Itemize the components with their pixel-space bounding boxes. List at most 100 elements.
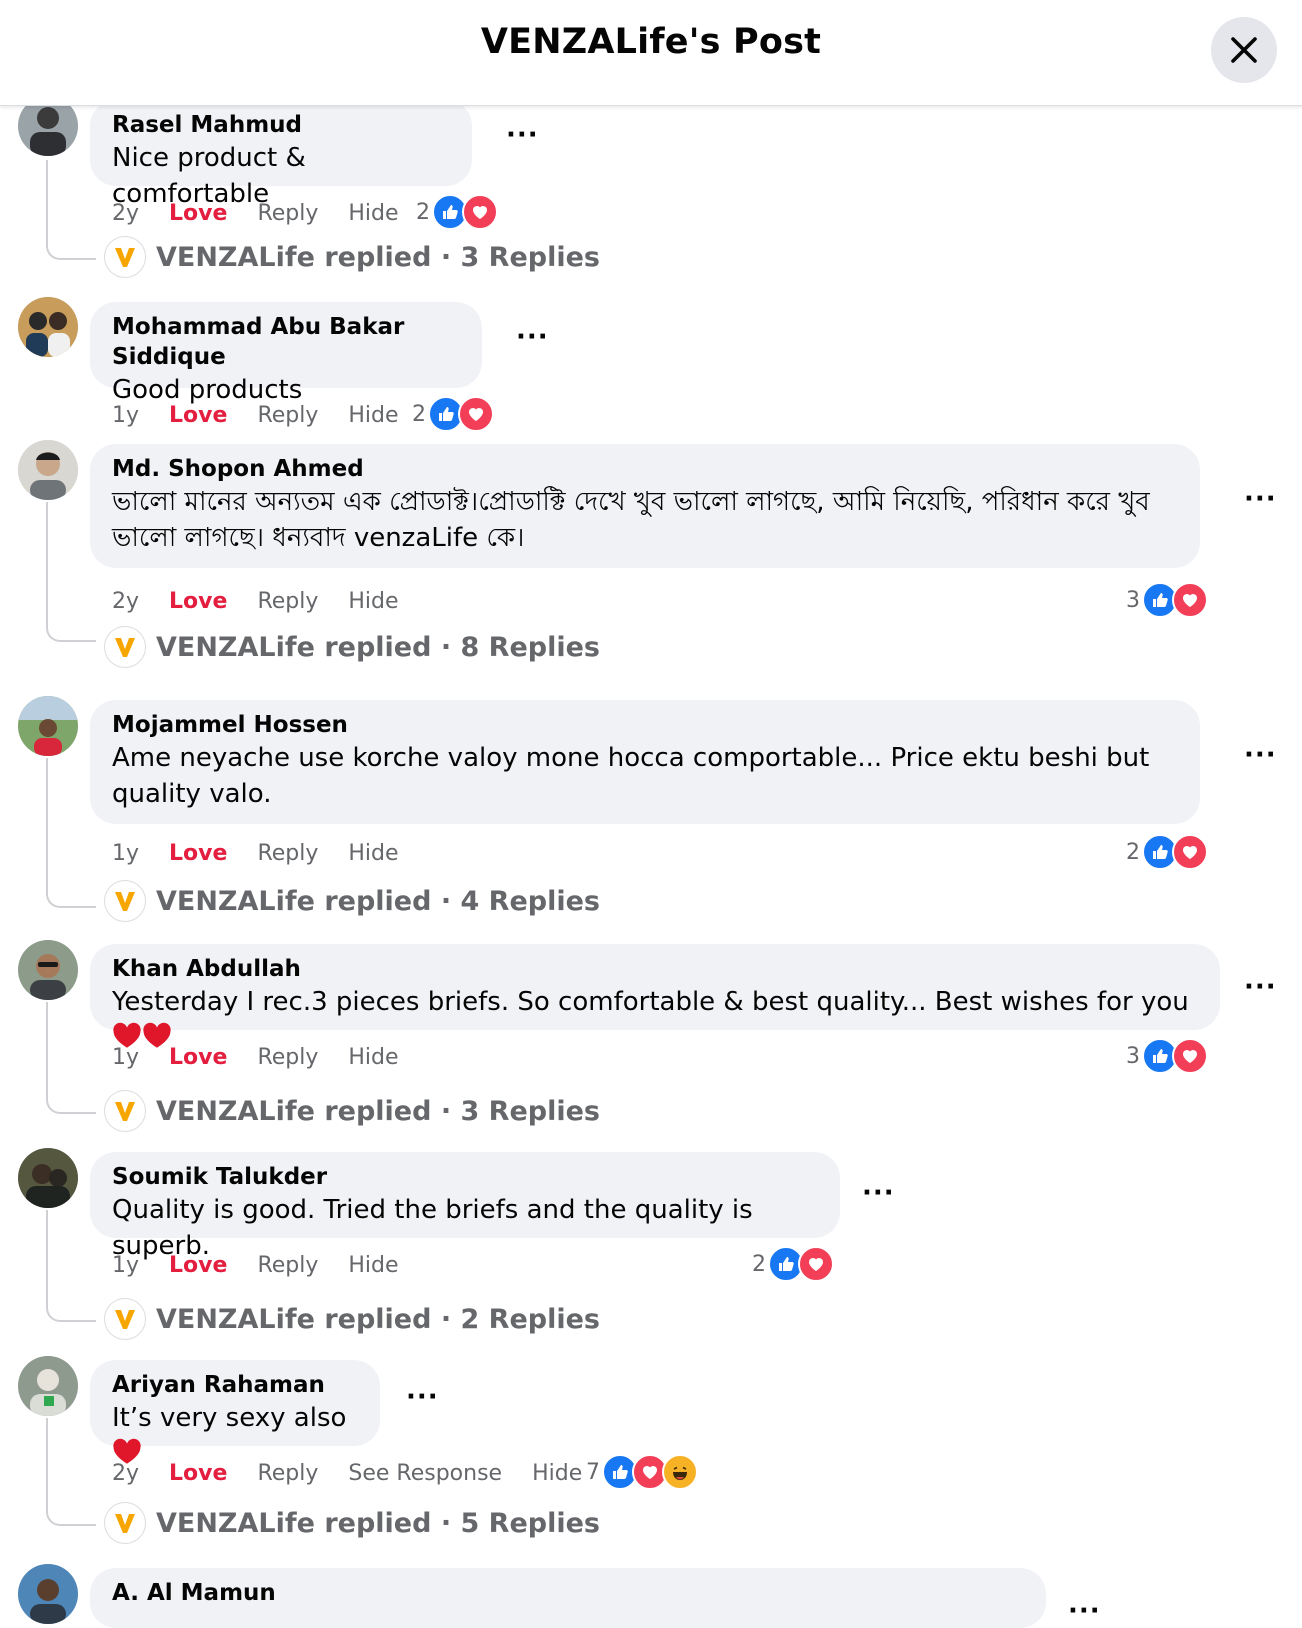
reaction-summary[interactable]: 2	[1126, 834, 1208, 870]
comment-time[interactable]: 2y	[112, 201, 139, 226]
comment-bubble: Ariyan Rahaman It’s very sexy also	[90, 1360, 380, 1464]
see-response-button[interactable]: See Response	[348, 1461, 502, 1486]
reaction-count: 2	[1126, 839, 1140, 865]
comment-actions: 1y Love Reply Hide	[112, 398, 429, 432]
hide-button[interactable]: Hide	[348, 1045, 398, 1070]
reply-button[interactable]: Reply	[257, 1253, 318, 1278]
page-title: VENZALife's Post	[480, 22, 822, 62]
more-options-icon[interactable]: ···	[516, 322, 549, 352]
comment-actions: 1y Love Reply Hide	[112, 1248, 429, 1282]
comment-time[interactable]: 1y	[112, 403, 139, 428]
comment-bubble: Md. Shopon Ahmed ভালো মানের অন্যতম এক প্…	[90, 444, 1200, 568]
reply-button[interactable]: Reply	[257, 403, 318, 428]
more-options-icon[interactable]: ···	[862, 1178, 895, 1208]
avatar[interactable]	[18, 696, 78, 756]
more-options-icon[interactable]: ···	[1244, 740, 1277, 770]
view-replies-link[interactable]: VENZALife replied · 3 Replies	[104, 236, 600, 278]
comment-author[interactable]: Md. Shopon Ahmed	[112, 454, 1178, 484]
reply-button[interactable]: Reply	[257, 841, 318, 866]
love-button[interactable]: Love	[169, 201, 227, 226]
reaction-summary[interactable]: 2	[416, 194, 498, 230]
close-icon	[1231, 37, 1257, 63]
comment-time[interactable]: 2y	[112, 589, 139, 614]
more-options-icon[interactable]: ···	[406, 1382, 439, 1412]
hide-button[interactable]: Hide	[348, 589, 398, 614]
haha-reaction-icon	[662, 1454, 698, 1490]
reaction-count: 2	[412, 401, 426, 427]
avatar[interactable]	[18, 1356, 78, 1416]
replied-text: VENZALife replied · 3 Replies	[156, 241, 600, 273]
reaction-count: 3	[1126, 1043, 1140, 1069]
love-button[interactable]: Love	[169, 1045, 227, 1070]
hide-button[interactable]: Hide	[348, 1253, 398, 1278]
comment-time[interactable]: 1y	[112, 1045, 139, 1070]
comment-time[interactable]: 2y	[112, 1461, 139, 1486]
thread-line	[46, 758, 96, 908]
avatar[interactable]	[18, 297, 78, 357]
comment-actions: 1y Love Reply Hide	[112, 836, 429, 870]
view-replies-link[interactable]: VENZALife replied · 4 Replies	[104, 880, 600, 922]
comment-bubble: Mojammel Hossen Ame neyache use korche v…	[90, 700, 1200, 824]
reply-button[interactable]: Reply	[257, 1461, 318, 1486]
more-options-icon[interactable]: ···	[1244, 972, 1277, 1002]
hide-button[interactable]: Hide	[348, 201, 398, 226]
comment-author[interactable]: Khan Abdullah	[112, 954, 1198, 984]
venzalife-logo-icon	[104, 1502, 146, 1544]
close-button[interactable]	[1211, 17, 1277, 83]
comment-author[interactable]: Rasel Mahmud	[112, 110, 450, 140]
reaction-summary[interactable]: 2	[752, 1246, 834, 1282]
more-options-icon[interactable]: ···	[506, 120, 539, 150]
comment-bubble: Rasel Mahmud Nice product & comfortable	[90, 100, 472, 209]
love-button[interactable]: Love	[169, 1253, 227, 1278]
more-options-icon[interactable]: ···	[1068, 1596, 1101, 1626]
avatar[interactable]	[18, 940, 78, 1000]
comment-time[interactable]: 1y	[112, 841, 139, 866]
hide-button[interactable]: Hide	[348, 403, 398, 428]
avatar[interactable]	[18, 1148, 78, 1208]
comment-actions: 1y Love Reply Hide	[112, 1040, 429, 1074]
replied-text: VENZALife replied · 2 Replies	[156, 1303, 600, 1335]
comment-author[interactable]: A. Al Mamun	[112, 1578, 1024, 1608]
reaction-count: 3	[1126, 587, 1140, 613]
post-dialog-header: VENZALife's Post	[0, 0, 1302, 106]
avatar[interactable]	[18, 440, 78, 500]
comment-author[interactable]: Mojammel Hossen	[112, 710, 1178, 740]
comment-bubble: A. Al Mamun	[90, 1568, 1046, 1628]
hide-button[interactable]: Hide	[532, 1461, 582, 1486]
comment-actions: 2y Love Reply Hide	[112, 584, 429, 618]
reaction-summary[interactable]: 3	[1126, 582, 1208, 618]
view-replies-link[interactable]: VENZALife replied · 8 Replies	[104, 626, 600, 668]
view-replies-link[interactable]: VENZALife replied · 3 Replies	[104, 1090, 600, 1132]
love-button[interactable]: Love	[169, 403, 227, 428]
view-replies-link[interactable]: VENZALife replied · 2 Replies	[104, 1298, 600, 1340]
comment-text-body: Yesterday I rec.3 pieces briefs. So comf…	[112, 987, 1189, 1017]
comment-author[interactable]: Soumik Talukder	[112, 1162, 818, 1192]
view-replies-link[interactable]: VENZALife replied · 5 Replies	[104, 1502, 600, 1544]
replied-text: VENZALife replied · 5 Replies	[156, 1507, 600, 1539]
venzalife-logo-icon	[104, 880, 146, 922]
avatar[interactable]	[18, 1564, 78, 1624]
thread-line	[46, 502, 96, 642]
thread-line	[46, 1210, 96, 1322]
love-button[interactable]: Love	[169, 589, 227, 614]
reaction-count: 2	[752, 1251, 766, 1277]
comment-author[interactable]: Ariyan Rahaman	[112, 1370, 358, 1400]
venzalife-logo-icon	[104, 1298, 146, 1340]
reaction-count: 7	[586, 1459, 600, 1485]
thread-line	[46, 160, 96, 260]
reaction-summary[interactable]: 2	[412, 396, 494, 432]
love-button[interactable]: Love	[169, 841, 227, 866]
comment-actions: 2y Love Reply See Response Hide	[112, 1456, 612, 1490]
love-button[interactable]: Love	[169, 1461, 227, 1486]
reply-button[interactable]: Reply	[257, 201, 318, 226]
reply-button[interactable]: Reply	[257, 1045, 318, 1070]
hide-button[interactable]: Hide	[348, 841, 398, 866]
comments-feed: Rasel Mahmud Nice product & comfortable …	[0, 0, 1302, 1628]
reaction-summary[interactable]: 7	[586, 1454, 698, 1490]
more-options-icon[interactable]: ···	[1244, 484, 1277, 514]
reply-button[interactable]: Reply	[257, 589, 318, 614]
reaction-summary[interactable]: 3	[1126, 1038, 1208, 1074]
comment-time[interactable]: 1y	[112, 1253, 139, 1278]
comment-author[interactable]: Mohammad Abu Bakar Siddique	[112, 312, 460, 372]
comment-actions: 2y Love Reply Hide	[112, 196, 429, 230]
